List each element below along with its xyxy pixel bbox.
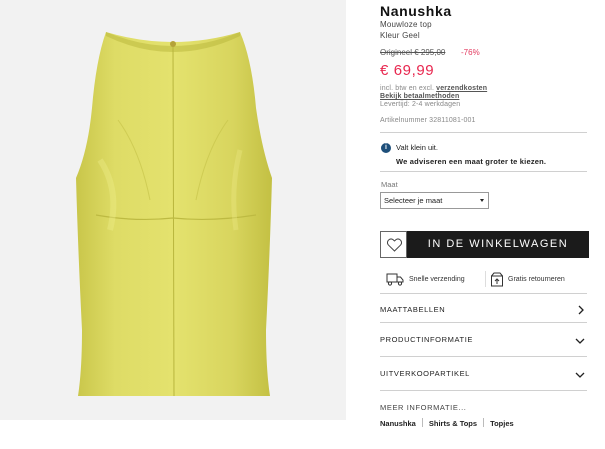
more-info-title: MEER INFORMATIE... <box>380 403 467 412</box>
payment-methods-row: Bekijk betaalmethoden <box>380 93 459 100</box>
divider <box>485 271 486 287</box>
shipping-info: incl. btw en excl. verzendkosten <box>380 85 487 92</box>
accordion-product-info[interactable]: PRODUCTINFORMATIE <box>380 335 587 347</box>
accordion-sale-item[interactable]: UITVERKOOPARTIKEL <box>380 369 587 381</box>
discount-badge: -76% <box>461 48 480 57</box>
wishlist-button[interactable] <box>380 231 407 258</box>
shipping-prefix: incl. btw en excl. <box>380 85 435 92</box>
add-to-cart-button[interactable]: IN DE WINKELWAGEN <box>407 231 589 258</box>
truck-icon <box>386 273 404 286</box>
divider <box>421 418 423 427</box>
divider <box>380 132 587 133</box>
product-name: Mouwloze top <box>380 20 432 29</box>
shipping-costs-link[interactable]: verzendkosten <box>436 85 487 92</box>
size-select[interactable]: Selecteer je maat <box>380 192 489 209</box>
product-color: Kleur Geel <box>380 31 420 40</box>
accordion-label: PRODUCTINFORMATIE <box>380 335 473 344</box>
return-box-icon <box>491 272 503 287</box>
divider <box>380 356 587 357</box>
product-image[interactable] <box>0 0 346 420</box>
caret-down-icon <box>480 199 484 202</box>
link-tops[interactable]: Topjes <box>490 419 514 428</box>
sale-price: € 69,99 <box>380 62 435 79</box>
fit-note: Valt klein uit. <box>396 143 438 152</box>
size-label: Maat <box>381 180 398 189</box>
delivery-time: Levertijd: 2-4 werkdagen <box>380 101 461 108</box>
chevron-right-icon <box>578 305 584 315</box>
heart-icon <box>387 238 402 252</box>
link-shirts-tops[interactable]: Shirts & Tops <box>429 419 477 428</box>
link-brand[interactable]: Nanushka <box>380 419 416 428</box>
sleeveless-top-image <box>76 32 272 397</box>
divider <box>380 390 587 391</box>
chevron-down-icon <box>575 372 585 378</box>
brand-name[interactable]: Nanushka <box>380 3 452 19</box>
original-price: Origineel € 295,00 <box>380 48 446 57</box>
divider <box>380 322 587 323</box>
usp-fast-shipping: Snelle verzending <box>409 276 465 283</box>
usp-free-returns: Gratis retourneren <box>508 276 565 283</box>
chevron-down-icon <box>575 338 585 344</box>
accordion-label: UITVERKOOPARTIKEL <box>380 369 470 378</box>
size-select-value: Selecteer je maat <box>384 196 443 205</box>
info-icon: i <box>381 143 391 153</box>
accordion-label: MAATTABELLEN <box>380 305 446 314</box>
divider <box>380 171 587 172</box>
accordion-size-charts[interactable]: MAATTABELLEN <box>380 305 587 317</box>
divider <box>483 418 485 427</box>
divider <box>380 293 587 294</box>
more-info-links: Nanushka Shirts & Tops Topjes <box>380 418 514 428</box>
fit-advice: We adviseren een maat groter te kiezen. <box>396 157 547 166</box>
payment-methods-link[interactable]: Bekijk betaalmethoden <box>380 93 459 100</box>
article-number: Artikelnummer 32811081-001 <box>380 117 476 124</box>
